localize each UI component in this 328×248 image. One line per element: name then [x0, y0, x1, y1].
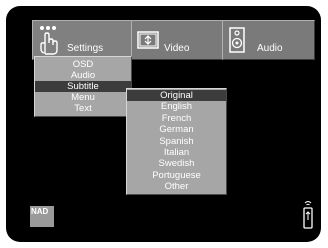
subtitle-option-german[interactable]: German — [127, 124, 226, 135]
subtitle-option-original[interactable]: Original — [127, 90, 226, 102]
speaker-icon — [229, 27, 245, 53]
settings-menu: OSD Audio Subtitle Menu Text — [34, 56, 132, 117]
subtitle-option-spanish[interactable]: Spanish — [127, 136, 226, 147]
menu-item-menu[interactable]: Menu — [35, 92, 131, 103]
subtitle-option-english[interactable]: English — [127, 101, 226, 112]
tab-video-label: Video — [164, 43, 190, 54]
display-icon — [137, 31, 159, 49]
menu-item-osd[interactable]: OSD — [35, 59, 131, 70]
subtitle-option-portuguese[interactable]: Portuguese — [127, 170, 226, 181]
remote-control-icon — [303, 201, 313, 229]
tab-settings-label: Settings — [67, 43, 104, 54]
subtitle-option-other[interactable]: Other — [127, 181, 226, 192]
tab-audio[interactable]: Audio — [222, 20, 315, 60]
tab-video[interactable]: Video — [131, 20, 223, 60]
menu-item-text[interactable]: Text — [35, 103, 131, 114]
subtitle-option-swedish[interactable]: Swedish — [127, 158, 226, 169]
tab-audio-label: Audio — [257, 43, 283, 54]
menu-item-subtitle[interactable]: Subtitle — [35, 81, 131, 92]
tab-settings[interactable]: Settings — [32, 20, 132, 60]
subtitle-option-french[interactable]: French — [127, 113, 226, 124]
osd-screen: Settings Video Audio OSD Audio Subtitle … — [6, 6, 321, 242]
nad-logo: NAD — [30, 206, 54, 227]
menu-item-audio[interactable]: Audio — [35, 70, 131, 81]
subtitle-option-italian[interactable]: Italian — [127, 147, 226, 158]
hand-pointer-icon — [40, 26, 58, 55]
subtitle-options-list: Original English French German Spanish I… — [126, 88, 227, 195]
